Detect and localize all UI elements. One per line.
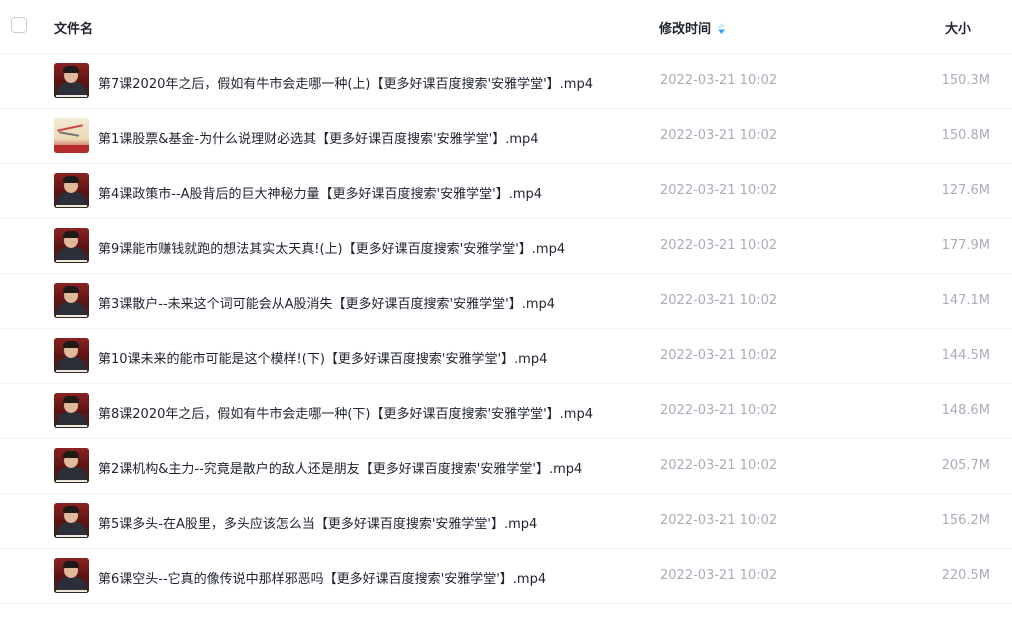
file-size: 205.7M bbox=[941, 458, 990, 473]
video-thumbnail[interactable] bbox=[54, 228, 89, 263]
file-list-header: 文件名 修改时间 大小 bbox=[0, 0, 1012, 54]
file-size: 177.9M bbox=[941, 238, 990, 253]
file-size: 147.1M bbox=[941, 293, 990, 308]
file-row[interactable]: 第3课散户--未来这个词可能会从A股消失【更多好课百度搜索'安雅学堂'】.mp4… bbox=[0, 274, 1012, 329]
file-name[interactable]: 第5课多头-在A股里，多头应该怎么当【更多好课百度搜索'安雅学堂'】.mp4 bbox=[98, 513, 537, 532]
video-thumbnail[interactable] bbox=[54, 173, 89, 208]
file-row[interactable]: 第7课2020年之后，假如有牛市会走哪一种(上)【更多好课百度搜索'安雅学堂'】… bbox=[0, 54, 1012, 109]
file-name[interactable]: 第10课未来的能市可能是这个模样!(下)【更多好课百度搜索'安雅学堂'】.mp4 bbox=[98, 348, 547, 367]
column-header-modified-time-label: 修改时间 bbox=[659, 22, 712, 37]
file-modified-time: 2022-03-21 10:02 bbox=[660, 183, 778, 198]
file-row[interactable]: 第1课股票&基金-为什么说理财必选其【更多好课百度搜索'安雅学堂'】.mp4 2… bbox=[0, 109, 1012, 164]
file-row[interactable]: 第8课2020年之后，假如有牛市会走哪一种(下)【更多好课百度搜索'安雅学堂'】… bbox=[0, 384, 1012, 439]
video-thumbnail[interactable] bbox=[54, 558, 89, 593]
file-size: 127.6M bbox=[941, 183, 990, 198]
file-modified-time: 2022-03-21 10:02 bbox=[660, 293, 778, 308]
file-row[interactable]: 第9课能市赚钱就跑的想法其实太天真!(上)【更多好课百度搜索'安雅学堂'】.mp… bbox=[0, 219, 1012, 274]
column-header-modified-time[interactable]: 修改时间 bbox=[659, 18, 726, 39]
file-name[interactable]: 第1课股票&基金-为什么说理财必选其【更多好课百度搜索'安雅学堂'】.mp4 bbox=[98, 128, 539, 147]
file-size: 150.3M bbox=[941, 73, 990, 88]
file-row[interactable]: 第2课机构&主力--究竟是散户的敌人还是朋友【更多好课百度搜索'安雅学堂'】.m… bbox=[0, 439, 1012, 494]
file-modified-time: 2022-03-21 10:02 bbox=[660, 73, 778, 88]
file-name[interactable]: 第3课散户--未来这个词可能会从A股消失【更多好课百度搜索'安雅学堂'】.mp4 bbox=[98, 293, 555, 312]
file-size: 150.8M bbox=[941, 128, 990, 143]
file-row[interactable]: 第4课政策市--A股背后的巨大神秘力量【更多好课百度搜索'安雅学堂'】.mp4 … bbox=[0, 164, 1012, 219]
file-name[interactable]: 第4课政策市--A股背后的巨大神秘力量【更多好课百度搜索'安雅学堂'】.mp4 bbox=[98, 183, 542, 202]
file-modified-time: 2022-03-21 10:02 bbox=[660, 238, 778, 253]
file-row[interactable]: 第10课未来的能市可能是这个模样!(下)【更多好课百度搜索'安雅学堂'】.mp4… bbox=[0, 329, 1012, 384]
file-modified-time: 2022-03-21 10:02 bbox=[660, 458, 778, 473]
video-thumbnail[interactable] bbox=[54, 63, 89, 98]
file-modified-time: 2022-03-21 10:02 bbox=[660, 513, 778, 528]
file-name[interactable]: 第7课2020年之后，假如有牛市会走哪一种(上)【更多好课百度搜索'安雅学堂'】… bbox=[98, 73, 593, 92]
video-thumbnail[interactable] bbox=[54, 283, 89, 318]
file-modified-time: 2022-03-21 10:02 bbox=[660, 348, 778, 363]
video-thumbnail[interactable] bbox=[54, 393, 89, 428]
file-modified-time: 2022-03-21 10:02 bbox=[660, 568, 778, 583]
video-thumbnail[interactable] bbox=[54, 448, 89, 483]
column-header-size[interactable]: 大小 bbox=[945, 18, 971, 37]
video-thumbnail[interactable] bbox=[54, 338, 89, 373]
file-size: 220.5M bbox=[941, 568, 990, 583]
file-modified-time: 2022-03-21 10:02 bbox=[660, 128, 778, 143]
file-row[interactable]: 第5课多头-在A股里，多头应该怎么当【更多好课百度搜索'安雅学堂'】.mp4 2… bbox=[0, 494, 1012, 549]
file-size: 144.5M bbox=[941, 348, 990, 363]
file-name[interactable]: 第6课空头--它真的像传说中那样邪恶吗【更多好课百度搜索'安雅学堂'】.mp4 bbox=[98, 568, 546, 587]
sort-icon[interactable] bbox=[717, 22, 726, 39]
video-thumbnail[interactable] bbox=[54, 503, 89, 538]
file-modified-time: 2022-03-21 10:02 bbox=[660, 403, 778, 418]
file-size: 148.6M bbox=[941, 403, 990, 418]
video-thumbnail-chart[interactable] bbox=[54, 118, 89, 153]
select-all-checkbox[interactable] bbox=[11, 17, 27, 33]
file-name[interactable]: 第2课机构&主力--究竟是散户的敌人还是朋友【更多好课百度搜索'安雅学堂'】.m… bbox=[98, 458, 582, 477]
file-name[interactable]: 第8课2020年之后，假如有牛市会走哪一种(下)【更多好课百度搜索'安雅学堂'】… bbox=[98, 403, 593, 422]
file-row[interactable]: 第6课空头--它真的像传说中那样邪恶吗【更多好课百度搜索'安雅学堂'】.mp4 … bbox=[0, 549, 1012, 604]
column-header-name[interactable]: 文件名 bbox=[54, 18, 93, 37]
file-list: 文件名 修改时间 大小 第7课2020年之后，假如有牛市会走哪一种(上)【更多好… bbox=[0, 0, 1012, 604]
file-name[interactable]: 第9课能市赚钱就跑的想法其实太天真!(上)【更多好课百度搜索'安雅学堂'】.mp… bbox=[98, 238, 565, 257]
file-rows: 第7课2020年之后，假如有牛市会走哪一种(上)【更多好课百度搜索'安雅学堂'】… bbox=[0, 54, 1012, 604]
file-size: 156.2M bbox=[941, 513, 990, 528]
